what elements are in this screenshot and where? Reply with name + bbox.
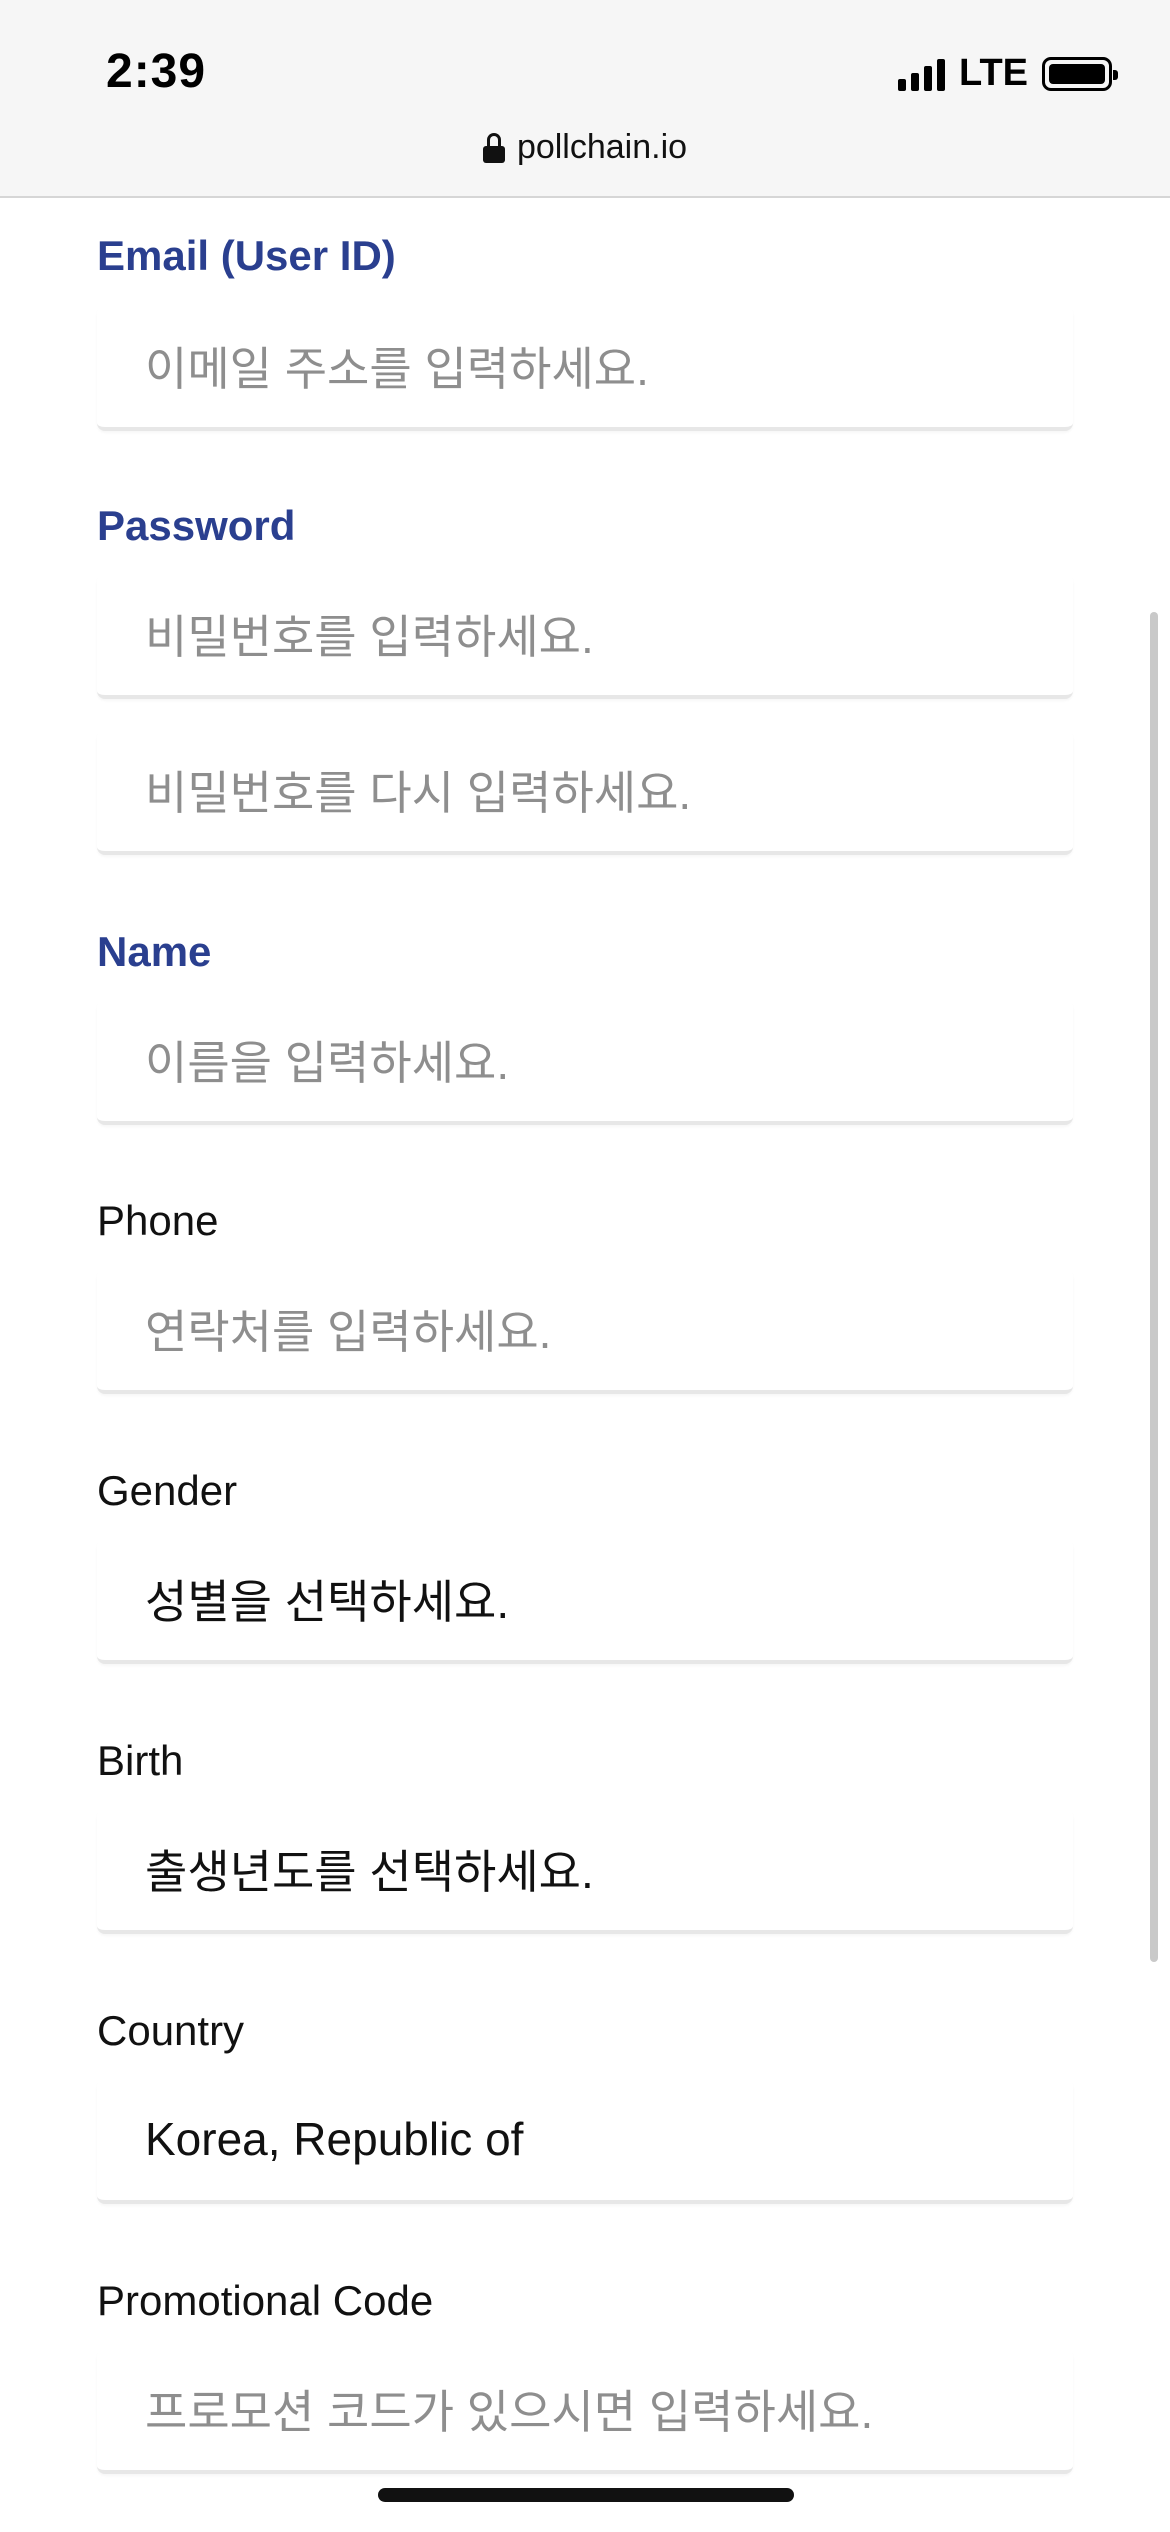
status-indicators: LTE xyxy=(898,52,1118,95)
url-text: pollchain.io xyxy=(516,128,688,166)
signal-icon xyxy=(898,57,946,91)
email-field[interactable]: 이메일 주소를 입력하세요. xyxy=(97,305,1073,431)
promo-code-field[interactable]: 프로모션 코드가 있으시면 입력하세요. xyxy=(97,2348,1073,2474)
country-select[interactable]: Korea, Republic of xyxy=(97,2078,1073,2204)
scrollbar[interactable] xyxy=(1150,612,1158,1962)
password-label: Password xyxy=(97,502,296,549)
home-indicator[interactable] xyxy=(378,2488,794,2502)
address-bar[interactable]: pollchain.io xyxy=(0,128,1170,167)
password-confirm-field[interactable]: 비밀번호를 다시 입력하세요. xyxy=(97,729,1073,855)
battery-icon xyxy=(1042,56,1118,91)
birth-label: Birth xyxy=(97,1737,184,1784)
password-field[interactable]: 비밀번호를 입력하세요. xyxy=(97,573,1073,699)
country-label: Country xyxy=(97,2007,245,2054)
phone-label: Phone xyxy=(97,1197,219,1244)
gender-label: Gender xyxy=(97,1467,238,1514)
name-label: Name xyxy=(97,928,212,975)
status-bar: 2:39 LTE pollchain.io xyxy=(0,0,1170,198)
birth-select[interactable]: 출생년도를 선택하세요. xyxy=(97,1808,1073,1934)
status-time: 2:39 xyxy=(106,45,207,98)
phone-field[interactable]: 연락처를 입력하세요. xyxy=(97,1268,1073,1394)
gender-select[interactable]: 성별을 선택하세요. xyxy=(97,1538,1073,1664)
promo-code-label: Promotional Code xyxy=(97,2277,434,2324)
email-label: Email (User ID) xyxy=(97,232,396,279)
network-type: LTE xyxy=(959,52,1028,94)
lock-icon xyxy=(482,132,505,163)
name-field[interactable]: 이름을 입력하세요. xyxy=(97,999,1073,1125)
